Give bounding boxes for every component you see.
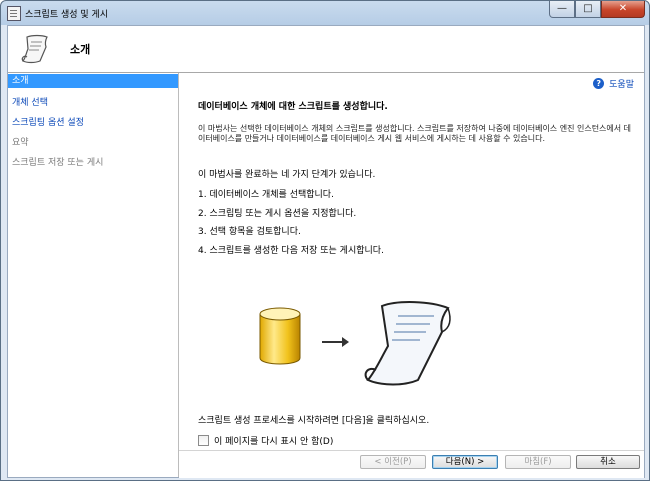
script-scroll-icon bbox=[364, 301, 451, 386]
sidebar-item-select-objects[interactable]: 개체 선택 bbox=[8, 94, 178, 112]
step-item: 3. 선택 항목을 검토합니다. bbox=[198, 227, 301, 237]
sidebar-item-intro[interactable]: 소개 bbox=[8, 74, 178, 88]
content-heading: 데이터베이스 개체에 대한 스크립트를 생성합니다. bbox=[198, 102, 388, 112]
script-icon bbox=[7, 6, 21, 21]
scroll-icon bbox=[21, 34, 48, 64]
step-item: 1. 데이터베이스 개체를 선택합니다. bbox=[198, 190, 334, 200]
sidebar-item-save-publish: 스크립트 저장 또는 게시 bbox=[12, 158, 104, 168]
wizard-nav: 소개 개체 선택 스크립팅 옵션 설정 요약 스크립트 저장 또는 게시 bbox=[8, 73, 179, 477]
next-button[interactable]: 다음(N) > bbox=[432, 455, 498, 469]
step-item: 4. 스크립트를 생성한 다음 저장 또는 게시합니다. bbox=[198, 245, 384, 256]
finish-button: 마침(F) bbox=[505, 455, 571, 469]
button-bar: < 이전(P) 다음(N) > 마침(F) 취소 bbox=[179, 450, 644, 478]
database-icon bbox=[259, 307, 301, 365]
steps-intro: 이 마법사를 완료하는 네 가지 단계가 있습니다. bbox=[198, 170, 376, 180]
window-title: 스크립트 생성 및 게시 bbox=[25, 10, 109, 20]
help-link[interactable]: ? 도움말 bbox=[593, 77, 634, 90]
steps-list: 1. 데이터베이스 개체를 선택합니다. 2. 스크립팅 또는 게시 옵션을 지… bbox=[198, 186, 384, 260]
arrow-icon bbox=[322, 337, 349, 347]
client-area: 소개 소개 개체 선택 스크립팅 옵션 설정 요약 스크립트 저장 또는 게시 … bbox=[7, 25, 645, 478]
wizard-window: 스크립트 생성 및 게시 — □ ✕ 소개 소개 개체 선택 스크립팅 옵션 설… bbox=[0, 0, 650, 481]
sidebar-item-scripting-options[interactable]: 스크립팅 옵션 설정 bbox=[8, 114, 178, 132]
title-bar[interactable]: 스크립트 생성 및 게시 — □ ✕ bbox=[1, 1, 649, 25]
previous-button: < 이전(P) bbox=[360, 455, 426, 469]
maximize-button[interactable]: □ bbox=[575, 1, 601, 18]
window-controls: — □ ✕ bbox=[549, 1, 645, 19]
start-hint: 스크립트 생성 프로세스를 시작하려면 [다음]을 클릭하십시오. bbox=[198, 416, 430, 426]
minimize-button[interactable]: — bbox=[549, 1, 575, 18]
close-button[interactable]: ✕ bbox=[601, 1, 645, 18]
dont-show-again-checkbox[interactable] bbox=[198, 435, 209, 446]
illustration bbox=[259, 301, 451, 386]
description-text: 이 마법사는 선택한 데이터베이스 개체의 스크립트를 생성합니다. 스크립트를… bbox=[198, 124, 632, 143]
dont-show-again-row[interactable]: 이 페이지를 다시 표시 안 함(D) bbox=[198, 434, 333, 447]
main-content: ? 도움말 데이터베이스 개체에 대한 스크립트를 생성합니다. 이 마법사는 … bbox=[179, 73, 644, 477]
cancel-button[interactable]: 취소 bbox=[576, 455, 640, 469]
sidebar-item-summary: 요약 bbox=[12, 138, 29, 148]
dont-show-again-label[interactable]: 이 페이지를 다시 표시 안 함(D) bbox=[214, 434, 333, 447]
step-item: 2. 스크립팅 또는 게시 옵션을 지정합니다. bbox=[198, 208, 357, 219]
page-header: 소개 bbox=[8, 26, 644, 73]
help-label: 도움말 bbox=[609, 80, 634, 90]
help-icon: ? bbox=[593, 78, 605, 89]
page-title: 소개 bbox=[70, 43, 91, 56]
